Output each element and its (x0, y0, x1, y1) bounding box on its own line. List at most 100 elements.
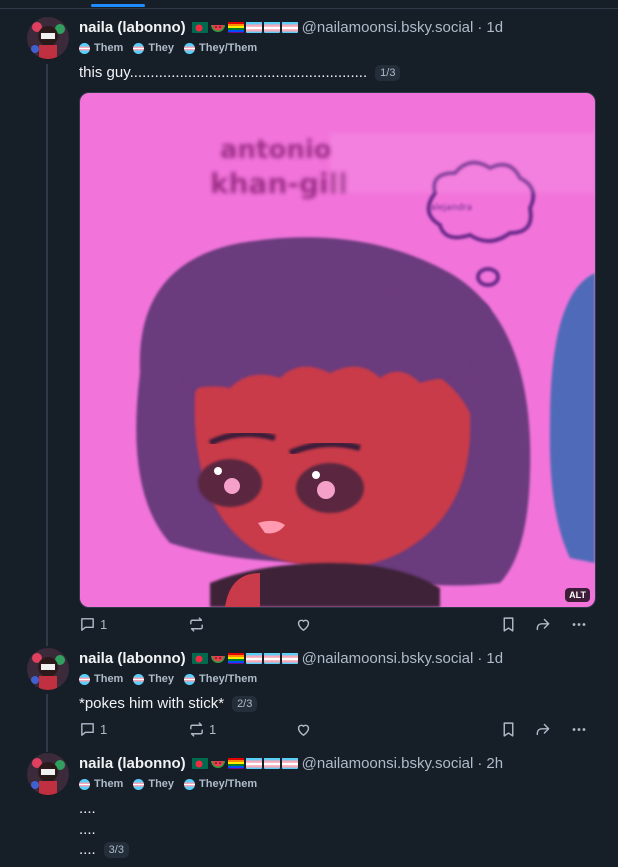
more-button[interactable] (570, 616, 588, 633)
trans-dot-icon (184, 42, 196, 54)
avatar[interactable] (27, 648, 69, 690)
watermelon-icon (210, 757, 226, 769)
separator: · (477, 18, 483, 36)
trans-dot-icon (133, 778, 145, 790)
drawing-illustration: antonio khan-gill alejandra (80, 93, 595, 607)
trans-dot-icon (79, 673, 90, 685)
pronoun-badge: Them (79, 42, 123, 54)
pronoun-badge: They (133, 42, 174, 54)
timestamp[interactable]: 1d (486, 19, 503, 36)
trans-dot-icon (184, 673, 196, 685)
pronoun-badge: They (133, 778, 174, 790)
post-text-line: this guy................................… (79, 64, 368, 81)
like-button[interactable] (295, 721, 312, 738)
separator: · (477, 649, 483, 667)
bookmark-icon (503, 722, 514, 737)
post-text: this guy................................… (79, 64, 401, 81)
alt-text-badge[interactable]: ALT (565, 588, 590, 602)
avatar[interactable] (27, 17, 69, 59)
bangladesh-flag-icon (191, 21, 208, 33)
more-button[interactable] (570, 721, 588, 738)
thread-counter: 1/3 (375, 64, 401, 81)
repost-icon (190, 722, 203, 737)
pronoun-badge: Them (79, 778, 123, 790)
display-name[interactable]: naila (labonno) (79, 755, 186, 772)
like-icon (297, 619, 310, 631)
repost-button[interactable]: 1 (188, 721, 216, 738)
reply-button[interactable]: 1 (79, 721, 107, 738)
bookmark-icon (503, 617, 514, 632)
trans-flag-icon (245, 757, 262, 769)
post-image[interactable]: antonio khan-gill alejandra ALT (79, 92, 596, 608)
avatar[interactable] (27, 753, 69, 795)
rainbow-flag-icon (227, 652, 244, 664)
reply-icon (81, 723, 94, 736)
name-emojis (191, 652, 298, 664)
reply-icon (81, 618, 94, 631)
reply-button[interactable]: 1 (79, 616, 107, 633)
post-text-line: .... (79, 841, 96, 858)
svg-text:antonio: antonio (220, 135, 332, 165)
trans-flag-icon (263, 652, 280, 664)
trans-dot-icon (133, 673, 145, 685)
post[interactable]: naila (labonno) @nailamoonsi.bsky.social… (0, 0, 618, 645)
name-emojis (191, 21, 298, 33)
handle[interactable]: @nailamoonsi.bsky.social (302, 650, 474, 667)
share-icon (536, 618, 550, 631)
trans-flag-icon (245, 21, 262, 33)
trans-dot-icon (79, 778, 90, 790)
post-text: *pokes him with stick* 2/3 (79, 695, 258, 712)
post-text-line: .... (79, 821, 96, 838)
post-actions: 1 1 (79, 721, 594, 741)
watermelon-icon (210, 21, 226, 33)
more-icon (572, 728, 586, 731)
post-actions: 1 (79, 616, 594, 636)
pronoun-badge: They/Them (184, 673, 257, 685)
handle[interactable]: @nailamoonsi.bsky.social (302, 755, 474, 772)
trans-flag-icon (263, 757, 280, 769)
share-button[interactable] (534, 721, 552, 738)
svg-text:alejandra: alejandra (430, 203, 472, 213)
timestamp[interactable]: 2h (486, 755, 503, 772)
repost-button[interactable] (188, 616, 209, 633)
display-name[interactable]: naila (labonno) (79, 19, 186, 36)
watermelon-icon (210, 652, 226, 664)
display-name[interactable]: naila (labonno) (79, 650, 186, 667)
post-text: .... 3/3 (79, 841, 129, 858)
separator: · (477, 754, 483, 772)
trans-dot-icon (133, 42, 145, 54)
post-header: naila (labonno) @nailamoonsi.bsky.social… (79, 647, 503, 669)
share-button[interactable] (534, 616, 552, 633)
post[interactable]: naila (labonno) @nailamoonsi.bsky.social… (0, 750, 618, 867)
pronoun-badge: They/Them (184, 778, 257, 790)
like-button[interactable] (295, 616, 312, 633)
bookmark-button[interactable] (500, 721, 517, 738)
trans-flag-icon (281, 757, 298, 769)
more-icon (572, 623, 586, 626)
bookmark-button[interactable] (500, 616, 517, 633)
like-icon (297, 724, 310, 736)
trans-flag-icon (245, 652, 262, 664)
post[interactable]: naila (labonno) @nailamoonsi.bsky.social… (0, 645, 618, 745)
name-emojis (191, 757, 298, 769)
trans-flag-icon (281, 21, 298, 33)
thread-counter: 3/3 (103, 841, 129, 858)
post-text-line: .... (79, 800, 96, 817)
rainbow-flag-icon (227, 757, 244, 769)
share-icon (536, 723, 550, 736)
pronoun-badge: Them (79, 673, 123, 685)
rainbow-flag-icon (227, 21, 244, 33)
timestamp[interactable]: 1d (486, 650, 503, 667)
trans-flag-icon (281, 652, 298, 664)
pronoun-badges: Them They They/Them (79, 778, 257, 790)
pronoun-badge: They/Them (184, 42, 257, 54)
pronoun-badge: They (133, 673, 174, 685)
handle[interactable]: @nailamoonsi.bsky.social (302, 19, 474, 36)
reply-count: 1 (100, 617, 108, 632)
repost-icon (190, 617, 203, 632)
pronoun-badges: Them They They/Them (79, 673, 257, 685)
trans-dot-icon (79, 42, 90, 54)
thread-counter: 2/3 (232, 695, 258, 712)
post-header: naila (labonno) @nailamoonsi.bsky.social… (79, 16, 503, 38)
repost-count: 1 (209, 722, 217, 737)
